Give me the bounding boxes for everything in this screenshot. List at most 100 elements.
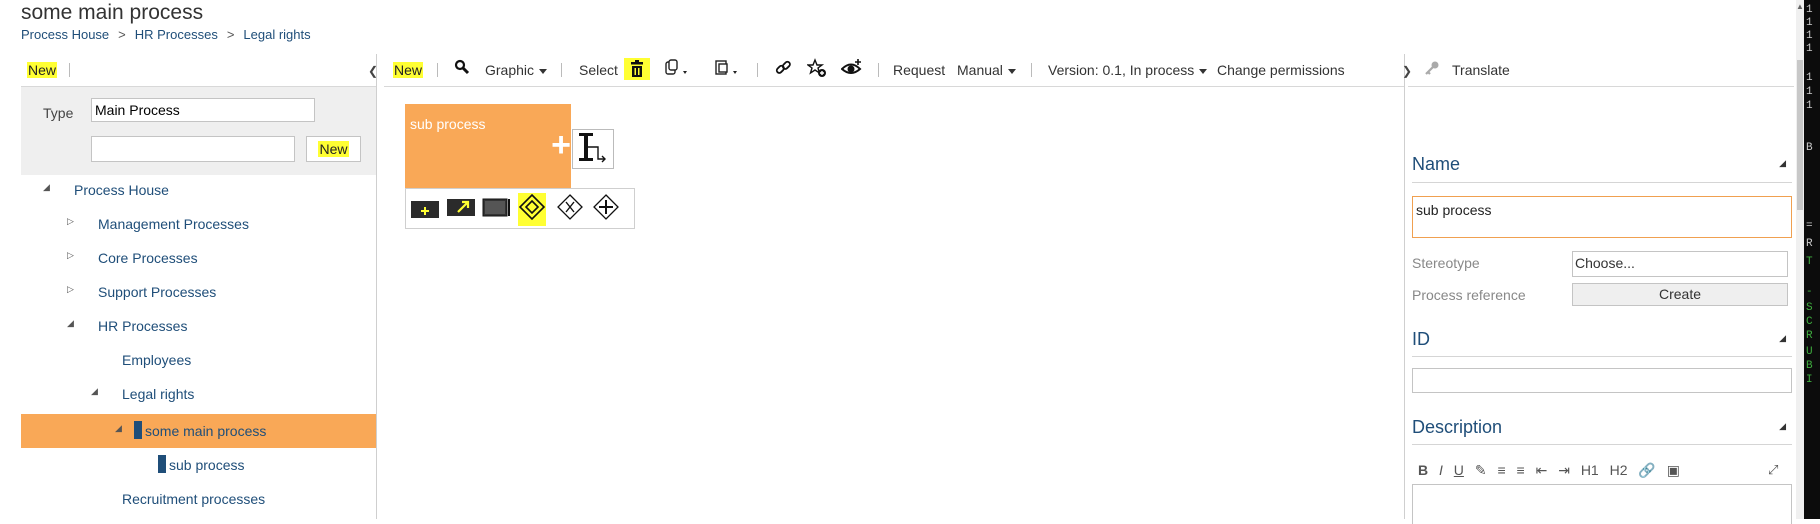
underline-button[interactable]: U xyxy=(1454,462,1464,478)
tree-expanded-icon[interactable]: ◢ xyxy=(91,386,98,397)
select-button[interactable]: Select xyxy=(579,62,618,78)
italic-button[interactable]: I xyxy=(1439,462,1443,478)
toolbar-divider xyxy=(561,63,562,77)
heading2-button[interactable]: H2 xyxy=(1610,462,1628,478)
terminal-strip: 1 1 1 1 1 1 1 B = R T - S C R U B I xyxy=(1804,0,1820,519)
tree-item-support-processes[interactable]: Support Processes xyxy=(98,275,216,309)
toolbar-divider xyxy=(437,63,438,77)
terminal-char: 1 xyxy=(1806,17,1813,29)
properties-toolbar: Translate xyxy=(1408,54,1794,87)
request-button[interactable]: Request xyxy=(893,62,945,78)
terminal-char: 1 xyxy=(1806,100,1813,112)
terminal-char: R xyxy=(1806,330,1813,342)
new-name-input[interactable] xyxy=(91,136,295,162)
watch-icon[interactable] xyxy=(840,58,863,81)
numbered-list-icon[interactable]: ≡ xyxy=(1517,462,1525,478)
tree-item-process-house[interactable]: Process House xyxy=(74,173,169,207)
terminal-char: - xyxy=(1806,286,1813,298)
left-new-button[interactable]: New xyxy=(27,62,58,78)
fullscreen-icon[interactable]: ⤢ xyxy=(1768,462,1778,478)
indent-icon[interactable]: ⇥ xyxy=(1558,462,1570,479)
breadcrumb-item-legal-rights[interactable]: Legal rights xyxy=(243,27,310,42)
zoom-icon[interactable] xyxy=(454,59,470,78)
version-dropdown[interactable]: Version: 0.1, In process xyxy=(1048,62,1208,78)
tree-expanded-icon[interactable]: ◢ xyxy=(67,318,74,329)
graphic-label: Graphic xyxy=(485,62,535,78)
tree-item-sub-process[interactable]: sub process xyxy=(158,448,244,482)
collapse-section-icon[interactable]: ◢ xyxy=(1779,333,1786,344)
tree-item-core-processes[interactable]: Core Processes xyxy=(98,241,198,275)
tree-item-employees[interactable]: Employees xyxy=(122,343,191,377)
center-new-button[interactable]: New xyxy=(393,62,424,78)
add-task-icon[interactable] xyxy=(482,197,512,222)
chevron-down-icon xyxy=(1007,68,1016,74)
add-gateway-icon[interactable] xyxy=(518,193,546,226)
breadcrumb: Process House > HR Processes > Legal rights xyxy=(21,27,311,42)
breadcrumb-separator: > xyxy=(226,27,235,42)
tree-item-some-main-process[interactable]: some main process xyxy=(134,414,266,448)
tree-collapsed-icon[interactable]: ▷ xyxy=(67,284,74,295)
tree-collapsed-icon[interactable]: ▷ xyxy=(67,216,74,227)
translate-button[interactable]: Translate xyxy=(1452,62,1510,78)
manual-dropdown[interactable]: Manual xyxy=(957,62,1016,78)
terminal-char: 1 xyxy=(1806,4,1813,16)
tree-item-legal-rights[interactable]: Legal rights xyxy=(122,377,194,411)
insert-image-icon[interactable]: ▣ xyxy=(1667,462,1680,479)
add-linked-process-icon[interactable] xyxy=(446,197,476,222)
collapse-section-icon[interactable]: ◢ xyxy=(1779,158,1786,169)
name-input[interactable]: sub process xyxy=(1412,196,1792,238)
expand-plus-icon[interactable]: + xyxy=(551,128,571,162)
parallel-gateway-icon[interactable] xyxy=(592,193,620,226)
tree-item-hr-processes[interactable]: HR Processes xyxy=(98,309,187,343)
terminal-char: B xyxy=(1806,142,1813,154)
tree-item-label: sub process xyxy=(169,457,245,473)
link-icon[interactable] xyxy=(774,59,792,80)
create-button[interactable]: Create xyxy=(1572,283,1788,306)
outdent-icon[interactable]: ⇤ xyxy=(1536,462,1548,479)
terminal-char: B xyxy=(1806,360,1813,372)
terminal-char: 1 xyxy=(1806,43,1813,55)
description-editor[interactable] xyxy=(1412,484,1792,524)
section-divider xyxy=(1412,444,1792,445)
subprocess-shape[interactable]: sub process + xyxy=(405,104,571,188)
filter-new-button[interactable]: New xyxy=(306,136,361,162)
heading1-button[interactable]: H1 xyxy=(1581,462,1599,478)
tree-expanded-icon[interactable]: ◢ xyxy=(115,423,122,434)
connector-icon[interactable] xyxy=(572,129,614,169)
id-input[interactable] xyxy=(1412,368,1792,393)
chevron-down-icon xyxy=(1199,68,1208,74)
tree-item-management-processes[interactable]: Management Processes xyxy=(98,207,249,241)
add-subprocess-icon[interactable] xyxy=(410,199,440,224)
paste-dropdown-icon[interactable] xyxy=(714,59,742,80)
collapse-section-icon[interactable]: ◢ xyxy=(1779,421,1786,432)
terminal-char: U xyxy=(1806,346,1813,358)
chevron-down-icon xyxy=(539,68,548,74)
tree-item-recruitment-processes[interactable]: Recruitment processes xyxy=(122,482,265,516)
type-input[interactable] xyxy=(91,98,315,122)
bullet-list-icon[interactable]: ≡ xyxy=(1497,462,1505,478)
breadcrumb-item-process-house[interactable]: Process House xyxy=(21,27,109,42)
breadcrumb-separator: > xyxy=(118,27,126,42)
terminal-char: R xyxy=(1806,238,1813,250)
copy-dropdown-icon[interactable] xyxy=(664,59,692,80)
graphic-dropdown[interactable]: Graphic xyxy=(485,62,548,78)
add-favorite-icon[interactable] xyxy=(805,58,827,81)
vertical-scrollbar[interactable]: ▲ xyxy=(1796,0,1804,519)
tree-expanded-icon[interactable]: ◢ xyxy=(43,182,50,193)
breadcrumb-item-hr-processes[interactable]: HR Processes xyxy=(135,27,218,42)
change-permissions-button[interactable]: Change permissions xyxy=(1217,62,1345,78)
properties-panel: Translate Name ◢ sub process Stereotype … xyxy=(1408,54,1794,524)
scrollbar-thumb[interactable] xyxy=(1797,60,1803,210)
terminal-char: 1 xyxy=(1806,30,1813,42)
delete-trash-icon[interactable] xyxy=(624,58,650,80)
stereotype-select[interactable]: Choose... xyxy=(1572,251,1788,277)
scroll-up-icon[interactable]: ▲ xyxy=(1796,2,1804,11)
terminal-char: C xyxy=(1806,316,1813,328)
insert-link-icon[interactable]: 🔗 xyxy=(1638,462,1655,479)
collapse-left-icon[interactable]: ❮ xyxy=(368,64,376,78)
exclusive-gateway-icon[interactable] xyxy=(556,193,584,226)
tree-collapsed-icon[interactable]: ▷ xyxy=(67,250,74,261)
highlight-icon[interactable]: ✎ xyxy=(1475,462,1487,479)
bold-button[interactable]: B xyxy=(1418,462,1428,478)
rich-text-toolbar: B I U ✎ ≡ ≡ ⇤ ⇥ H1 H2 🔗 ▣ xyxy=(1418,462,1687,479)
